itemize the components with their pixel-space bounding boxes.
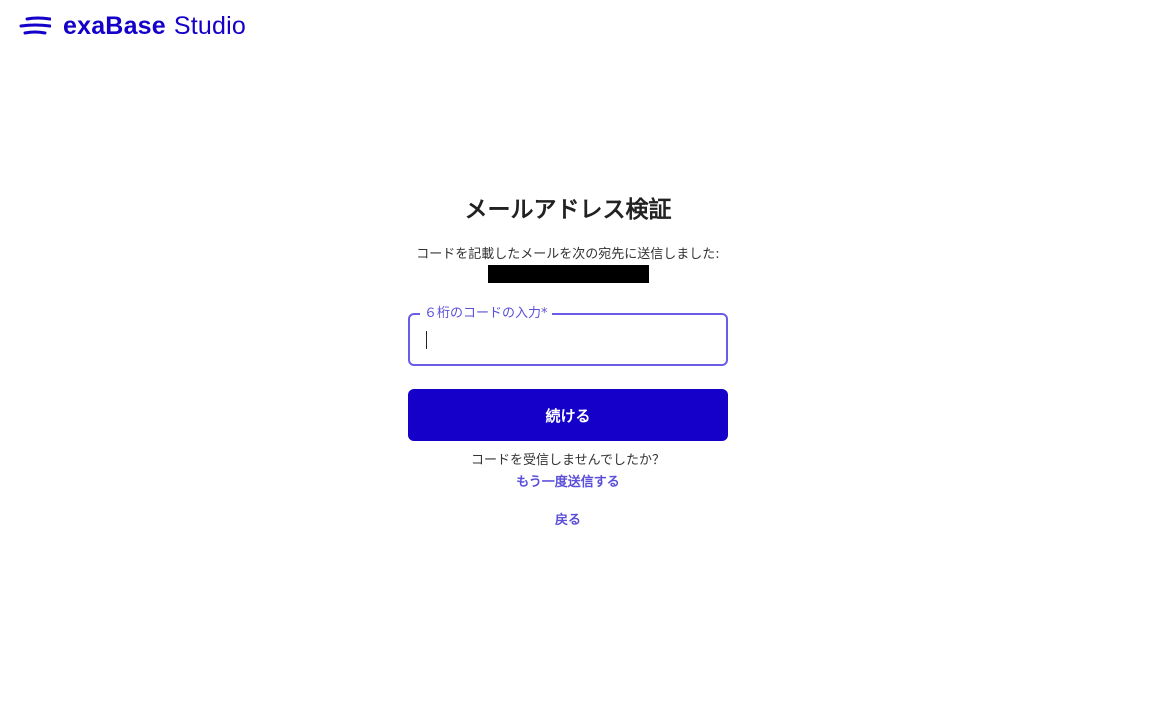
continue-button[interactable]: 続ける — [408, 389, 728, 441]
resend-question: コードを受信しませんでしたか？ — [471, 453, 665, 468]
back-link[interactable]: 戻る — [408, 511, 728, 531]
redacted-email — [487, 265, 649, 283]
description: コードを記載したメールを次の宛先に送信しました: — [408, 244, 728, 286]
brand-name-light: Studio — [173, 12, 246, 40]
brand-name[interactable]: exaBase Studio — [63, 12, 246, 40]
code-field[interactable]: ６桁のコードの入力* — [408, 305, 728, 366]
exabase-wave-logo-icon — [19, 16, 51, 35]
description-text: コードを記載したメールを次の宛先に送信しました: — [416, 247, 720, 262]
code-input[interactable] — [410, 315, 726, 364]
resend-link[interactable]: もう一度送信する — [408, 473, 728, 493]
text-caret — [426, 331, 427, 349]
brand-name-bold: exaBase — [63, 12, 166, 40]
header: exaBase Studio — [19, 12, 246, 40]
page-title: メールアドレス検証 — [464, 197, 672, 223]
verify-email-card: メールアドレス検証 コードを記載したメールを次の宛先に送信しました: ６桁のコー… — [408, 190, 728, 531]
